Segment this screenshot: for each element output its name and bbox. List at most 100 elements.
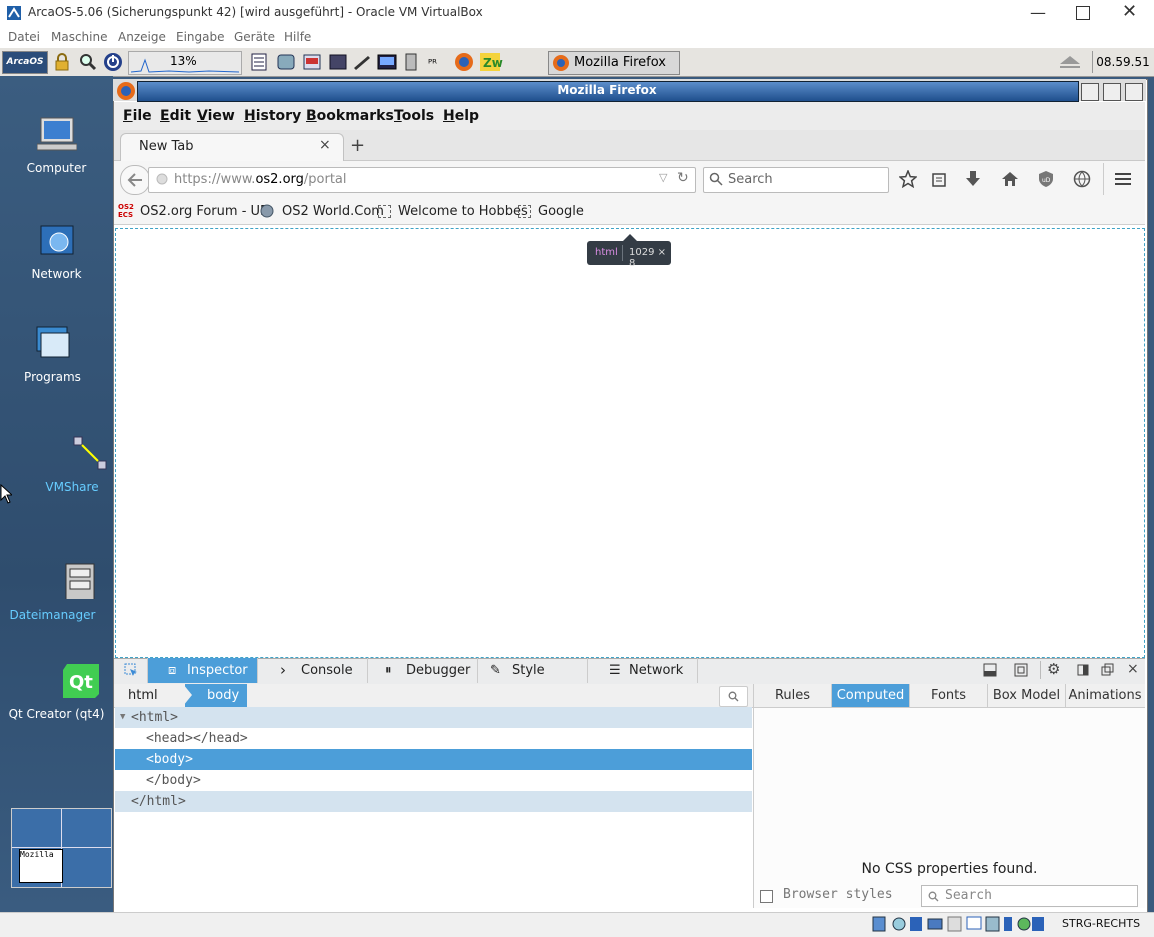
host-menu-anzeige[interactable]: Anzeige	[118, 30, 166, 44]
new-tab-button[interactable]: +	[350, 135, 365, 156]
firefox-icon	[553, 55, 569, 71]
menu-tools[interactable]: Tools	[394, 108, 434, 124]
browser-styles-checkbox[interactable]	[760, 890, 773, 903]
host-menu-eingabe[interactable]: Eingabe	[176, 30, 225, 44]
twisty-icon[interactable]: ▼	[120, 707, 125, 728]
home-icon[interactable]	[1001, 171, 1019, 187]
filter-styles-input[interactable]: Search	[921, 885, 1138, 907]
close-window-button[interactable]: ✕	[1122, 1, 1137, 22]
menu-edit[interactable]: Edit	[160, 108, 191, 124]
toolbar-separator	[1040, 661, 1041, 679]
lock-icon[interactable]	[52, 52, 72, 72]
tooltip-arrow	[623, 234, 637, 241]
search-html-button[interactable]	[719, 686, 748, 707]
tab-debugger[interactable]: ⏸ Debugger	[368, 658, 478, 683]
host-menu-hilfe[interactable]: Hilfe	[284, 30, 311, 44]
host-menubar	[0, 27, 1154, 48]
hamburger-menu-icon[interactable]	[1114, 171, 1132, 187]
tab-style-editor[interactable]: ✎ Style Editor	[478, 658, 588, 703]
host-menu-maschine[interactable]: Maschine	[51, 30, 107, 44]
hide-window-button[interactable]	[1081, 83, 1099, 101]
tree-row-head[interactable]: <head></head>	[115, 728, 752, 749]
host-menu-geraete[interactable]: Geräte	[234, 30, 275, 44]
reload-icon[interactable]: ↻	[677, 170, 689, 186]
launcher-icons[interactable]: ᴾᴿ Zw	[250, 52, 540, 72]
host-key-label: STRG-RECHTS	[1062, 917, 1141, 930]
bookmark-star-icon[interactable]	[899, 170, 917, 188]
clock: 08.59.51	[1092, 51, 1153, 73]
host-menu-datei[interactable]: Datei	[8, 30, 40, 44]
bookmark-hobbes[interactable]: Welcome to Hobbes	[398, 204, 528, 219]
taskbar-firefox-button[interactable]: Mozilla Firefox	[548, 51, 680, 75]
desktop-icon-computer[interactable]: Computer	[0, 116, 113, 175]
page-content[interactable]	[115, 228, 1145, 658]
tab-network[interactable]: ☰ Network	[588, 658, 698, 683]
responsive-mode-icon[interactable]	[1014, 663, 1028, 677]
search-placeholder: Search	[728, 172, 773, 187]
close-tab-icon[interactable]: ×	[319, 137, 331, 153]
pick-element-button[interactable]	[114, 658, 148, 683]
desktop-icon-network[interactable]: Network	[0, 222, 113, 281]
magnifier-icon[interactable]	[78, 52, 98, 72]
tab-animations[interactable]: Animations	[1066, 684, 1144, 707]
toolbar-separator	[1103, 163, 1104, 195]
desktop-pager[interactable]: Mozilla	[11, 808, 112, 888]
dock-side-icon[interactable]	[1077, 664, 1089, 676]
cpu-percent: 13%	[170, 54, 197, 68]
arcaos-menu-button[interactable]: ArcaOS	[2, 51, 48, 74]
ublock-icon[interactable]: uD	[1037, 170, 1055, 188]
menu-bookmarks[interactable]: Bookmarks	[306, 108, 394, 124]
host-window-title: ArcaOS-5.06 (Sicherungspunkt 42) [wird a…	[28, 5, 483, 19]
network-icon	[40, 225, 73, 255]
desktop-icon-programs[interactable]: Programs	[0, 325, 109, 384]
tree-row-html-open[interactable]: ▼ <html>	[115, 707, 752, 728]
desktop-icon-dateimanager[interactable]: Dateimanager	[8, 563, 121, 622]
reading-list-icon[interactable]	[931, 171, 947, 187]
tab-rules[interactable]: Rules	[754, 684, 832, 707]
desktop-icon-qtcreator[interactable]: Qt Qt Creator (qt4)	[6, 662, 119, 721]
qt-icon: Qt	[62, 664, 99, 700]
url-text[interactable]: https://www.os2.org/portal	[174, 172, 347, 187]
eject-icon[interactable]	[1058, 55, 1082, 69]
bookmark-google[interactable]: Google	[538, 204, 584, 219]
globe-addon-icon[interactable]	[1073, 170, 1091, 188]
tab-inspector[interactable]: ⧈ Inspector	[148, 658, 258, 683]
undock-icon[interactable]	[1101, 663, 1114, 676]
os2-bookmark-icon: OS2 ECS	[118, 203, 134, 219]
maximize-window-button[interactable]	[1125, 83, 1143, 101]
vbox-device-icons[interactable]	[872, 915, 1044, 933]
infobar-dimensions: 1029 × 8	[629, 247, 667, 269]
tab-fonts[interactable]: Fonts	[910, 684, 988, 707]
bookmark-os2-forum[interactable]: OS2.org Forum - UB	[140, 204, 269, 219]
tree-row-body-selected[interactable]: <body>	[115, 749, 752, 770]
restore-window-button[interactable]	[1103, 83, 1121, 101]
menu-view[interactable]: View	[197, 108, 235, 124]
download-icon[interactable]	[965, 170, 981, 188]
tab-computed[interactable]: Computed	[832, 684, 910, 707]
url-dropdown-icon[interactable]: ▽	[659, 171, 667, 184]
search-icon	[928, 891, 939, 902]
bookmark-os2-world[interactable]: OS2 World.Com	[282, 204, 384, 219]
tab-box-model[interactable]: Box Model	[988, 684, 1066, 707]
settings-gear-icon[interactable]: ⚙	[1047, 660, 1060, 678]
globe-icon	[156, 173, 168, 185]
menu-file[interactable]: File	[123, 108, 152, 124]
breadcrumb-body[interactable]: body	[207, 688, 239, 703]
firefox-icon[interactable]	[116, 81, 136, 101]
tree-row-body-close[interactable]: </body>	[115, 770, 752, 791]
style-editor-icon: ✎	[490, 663, 501, 678]
close-devtools-icon[interactable]: ×	[1127, 661, 1139, 677]
power-icon[interactable]	[103, 52, 123, 72]
taskbar-firefox-label: Mozilla Firefox	[574, 55, 666, 70]
tab-console[interactable]: › Console	[258, 658, 368, 683]
menu-help[interactable]: Help	[443, 108, 479, 124]
back-button[interactable]	[120, 165, 150, 195]
split-console-icon[interactable]	[983, 663, 997, 677]
os2world-icon	[260, 204, 274, 218]
menu-history[interactable]: History	[244, 108, 301, 124]
breadcrumb-html[interactable]: html	[128, 688, 158, 703]
tree-row-html-close[interactable]: </html>	[115, 791, 752, 812]
maximize-button[interactable]	[1076, 6, 1090, 20]
minimize-button[interactable]: —	[1030, 3, 1046, 22]
infobar-tag: html	[595, 247, 618, 258]
